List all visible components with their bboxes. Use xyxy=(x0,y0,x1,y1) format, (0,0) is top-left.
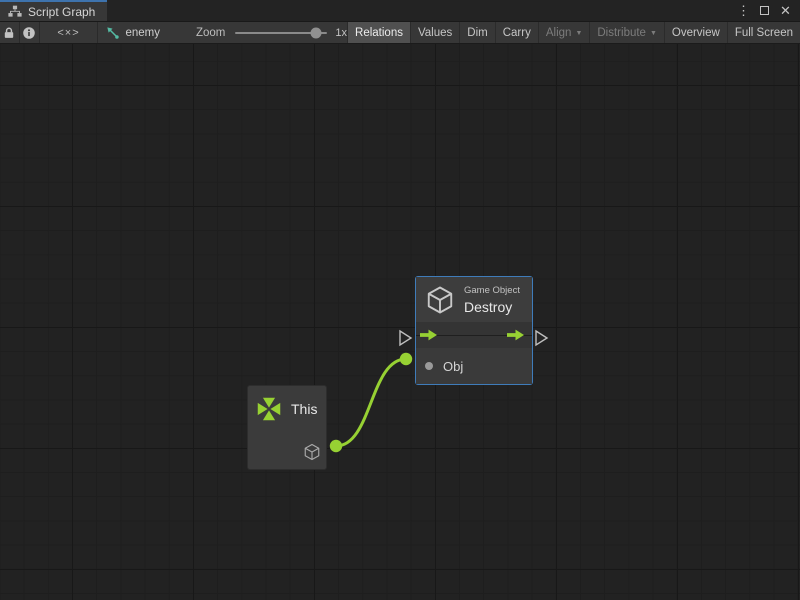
info-button[interactable] xyxy=(20,22,39,43)
obj-input-port[interactable] xyxy=(425,362,433,370)
graph-canvas[interactable]: Game Object Destroy O xyxy=(0,44,800,600)
node-title: Destroy xyxy=(464,299,520,315)
zoom-value: 1x xyxy=(335,27,347,39)
control-output-triangle[interactable] xyxy=(536,331,547,345)
tab-script-graph[interactable]: Script Graph xyxy=(0,0,107,21)
carry-button[interactable]: Carry xyxy=(495,22,538,43)
control-input-triangle[interactable] xyxy=(400,331,411,345)
game-object-cube-icon xyxy=(303,443,321,461)
dim-button[interactable]: Dim xyxy=(459,22,494,43)
hierarchy-graph-icon xyxy=(8,5,22,18)
zoom-label: Zoom xyxy=(196,27,225,39)
maximize-icon[interactable] xyxy=(756,2,773,19)
distribute-dropdown[interactable]: Distribute ▼ xyxy=(589,22,664,43)
window-menu-icon[interactable]: ⋮ xyxy=(735,2,752,19)
relations-button[interactable]: Relations xyxy=(347,22,410,43)
full-screen-button[interactable]: Full Screen xyxy=(727,22,800,43)
lock-icon xyxy=(2,26,16,40)
tab-title: Script Graph xyxy=(28,5,95,19)
graph-asset-icon xyxy=(106,26,120,40)
node-this[interactable]: This xyxy=(247,385,327,470)
script-graph-window: Script Graph ⋮ ✕ xyxy=(0,0,800,600)
control-input-arrow-icon[interactable] xyxy=(420,329,437,342)
node-destroy[interactable]: Game Object Destroy O xyxy=(415,276,533,385)
breadcrumb-graph-name: enemy xyxy=(125,27,160,39)
node-destroy-titles: Game Object Destroy xyxy=(464,285,520,315)
this-output-port[interactable] xyxy=(303,443,326,469)
control-ports-row xyxy=(416,322,532,348)
node-category: Game Object xyxy=(464,285,520,296)
titlebar: Script Graph ⋮ ✕ xyxy=(0,0,800,22)
dropdown-arrow-icon: ▼ xyxy=(575,30,582,37)
info-icon xyxy=(22,26,36,40)
dropdown-arrow-icon: ▼ xyxy=(650,30,657,37)
zoom-slider-handle[interactable] xyxy=(311,27,322,38)
this-converge-icon xyxy=(254,394,284,424)
overview-button[interactable]: Overview xyxy=(664,22,727,43)
zoom-slider[interactable] xyxy=(235,22,327,43)
align-dropdown[interactable]: Align ▼ xyxy=(538,22,590,43)
wire-this-to-destroy[interactable] xyxy=(336,359,406,446)
window-controls: ⋮ ✕ xyxy=(735,0,800,21)
game-object-cube-icon xyxy=(425,285,455,315)
close-icon[interactable]: ✕ xyxy=(777,2,794,19)
obj-port-label: Obj xyxy=(443,359,463,374)
titlebar-drag-area xyxy=(107,0,735,21)
wire-source-dot[interactable] xyxy=(330,440,342,452)
values-button[interactable]: Values xyxy=(410,22,459,43)
breadcrumb[interactable]: enemy xyxy=(98,22,170,43)
wire-layer xyxy=(0,44,800,600)
graph-toolbar: <×> enemy Zoom 1x Relations xyxy=(0,22,800,44)
value-port-row: Obj xyxy=(416,348,532,384)
wire-target-dot[interactable] xyxy=(400,353,412,365)
zoom-control: Zoom 1x xyxy=(196,22,347,43)
toolbar-toggle-buttons: Relations Values Dim Carry Align ▼ Distr… xyxy=(347,22,800,43)
lock-button[interactable] xyxy=(0,22,19,43)
control-output-arrow-icon[interactable] xyxy=(507,329,524,342)
node-this-header: This xyxy=(248,386,326,424)
node-destroy-header: Game Object Destroy xyxy=(416,277,532,322)
node-title: This xyxy=(291,401,317,417)
inspect-code-button[interactable]: <×> xyxy=(40,22,98,43)
